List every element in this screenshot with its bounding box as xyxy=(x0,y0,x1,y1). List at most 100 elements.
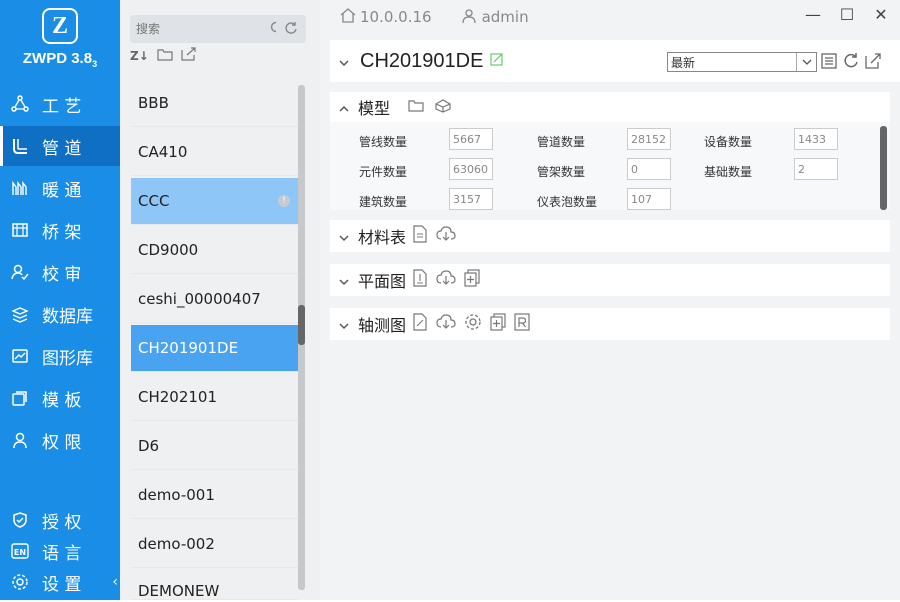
stat-label: 管线数量 xyxy=(359,135,408,149)
collapse-sidebar-icon[interactable]: ‹ xyxy=(112,574,118,590)
nav-label: 授 权 xyxy=(42,512,82,533)
list-item[interactable]: CA410 xyxy=(131,129,298,176)
nav-label: 图形库 xyxy=(42,348,93,369)
section-isometric: 轴测图 xyxy=(330,308,890,340)
nav-item-template[interactable]: 模 板 xyxy=(0,378,120,418)
nav-item-pipe[interactable]: 管 道 xyxy=(0,126,120,166)
refresh-list-button[interactable] xyxy=(276,15,306,43)
plan-document-icon[interactable] xyxy=(412,269,428,291)
nav-label: 模 板 xyxy=(42,390,82,411)
add-document-icon[interactable] xyxy=(490,313,506,335)
search-input[interactable] xyxy=(136,22,270,36)
tray-icon xyxy=(10,220,30,240)
nav-label: 权 限 xyxy=(42,432,82,453)
list-item-selected[interactable]: CH201901DE xyxy=(131,325,298,372)
pipe-icon xyxy=(10,136,30,156)
refresh-icon[interactable] xyxy=(842,52,860,74)
nav-label: 设 置 xyxy=(42,574,82,595)
refresh-icon xyxy=(284,20,298,39)
nav-item-database[interactable]: 数据库 xyxy=(0,294,120,334)
nav-item-process[interactable]: 工 艺 xyxy=(0,84,120,124)
export-icon[interactable] xyxy=(864,52,882,74)
cloud-download-icon[interactable] xyxy=(436,226,456,246)
model-3d-icon[interactable] xyxy=(434,98,452,117)
chevron-down-icon xyxy=(796,53,816,71)
chevron-down-icon[interactable] xyxy=(338,52,350,71)
stat-value: 3157 xyxy=(449,188,493,210)
nav-item-settings[interactable]: 设 置 xyxy=(0,562,120,602)
iso-document-icon[interactable] xyxy=(412,313,428,335)
list-item[interactable]: CH202101 xyxy=(131,374,298,421)
maximize-button[interactable]: ☐ xyxy=(836,4,858,24)
gear-icon[interactable] xyxy=(464,313,482,335)
sidebar: Z ZWPD 3.83 工 艺 管 道 暖 通 桥 架 校 审 数据库 图形库 … xyxy=(0,0,120,600)
stat-value: 2 xyxy=(794,158,838,180)
minimize-button[interactable]: — xyxy=(802,4,824,24)
list-icon[interactable] xyxy=(820,52,838,74)
stat-label: 仪表泡数量 xyxy=(537,195,598,209)
document-icon[interactable] xyxy=(412,225,428,247)
logo-icon: Z xyxy=(42,8,78,44)
nav-item-hvac[interactable]: 暖 通 xyxy=(0,168,120,208)
nav-label: 数据库 xyxy=(42,306,93,327)
header-tools xyxy=(820,52,882,74)
list-item[interactable]: D6 xyxy=(131,423,298,470)
main-panel: 10.0.0.16 admin — ☐ ✕ CH201901DE 最新 模型 管… xyxy=(320,0,900,600)
template-icon xyxy=(10,388,30,408)
nav-label: 桥 架 xyxy=(42,222,82,243)
export-icon[interactable] xyxy=(181,46,197,65)
list-toolbar: Z↓ xyxy=(130,46,197,65)
add-document-icon[interactable] xyxy=(464,269,480,291)
nav-item-review[interactable]: 校 审 xyxy=(0,252,120,292)
chevron-down-icon[interactable] xyxy=(338,227,350,246)
version-select[interactable]: 最新 xyxy=(667,52,817,72)
section-title: 平面图 xyxy=(358,272,407,291)
stat-value: 5667 xyxy=(449,128,493,150)
list-item[interactable]: demo-002 xyxy=(131,521,298,568)
nav-label: 校 审 xyxy=(42,264,82,285)
nav-label: 暖 通 xyxy=(42,180,82,201)
folder-icon[interactable] xyxy=(157,46,173,65)
gear-icon xyxy=(10,572,30,592)
stat-label: 元件数量 xyxy=(359,165,408,179)
nav-item-permissions[interactable]: 权 限 xyxy=(0,420,120,460)
section-title: 模型 xyxy=(358,99,391,118)
cloud-download-icon[interactable] xyxy=(436,270,456,290)
stat-value: 1433 xyxy=(794,128,838,150)
folder-open-icon[interactable] xyxy=(408,98,426,117)
stat-value: 63060 xyxy=(449,158,493,180)
app-logo: Z ZWPD 3.83 xyxy=(0,8,120,69)
server-address: 10.0.0.16 xyxy=(360,8,432,26)
window-controls: — ☐ ✕ xyxy=(802,4,892,24)
review-icon xyxy=(10,262,30,282)
chevron-up-icon[interactable] xyxy=(338,98,350,117)
nav-item-graphics[interactable]: 图形库 xyxy=(0,336,120,376)
shield-icon xyxy=(10,510,30,530)
project-header: CH201901DE 最新 xyxy=(330,40,900,82)
section-title: 轴测图 xyxy=(358,316,407,335)
cloud-download-icon[interactable] xyxy=(436,314,456,334)
section-materials: 材料表 xyxy=(330,220,890,252)
list-item[interactable]: CD9000 xyxy=(131,227,298,274)
home-icon[interactable] xyxy=(340,7,356,27)
list-scrollbar-thumb[interactable] xyxy=(298,305,305,345)
nav-label: 语 言 xyxy=(42,543,82,564)
edit-icon[interactable] xyxy=(489,51,505,71)
list-item[interactable]: ceshi_00000407 xyxy=(131,276,298,323)
model-scrollbar[interactable] xyxy=(880,126,887,210)
list-item[interactable]: demo-001 xyxy=(131,472,298,519)
list-item[interactable]: CCC! xyxy=(131,178,298,225)
list-item[interactable]: BBB xyxy=(131,80,298,127)
stat-value: 28152 xyxy=(627,128,671,150)
nav-item-tray[interactable]: 桥 架 xyxy=(0,210,120,250)
sort-icon[interactable]: Z↓ xyxy=(130,49,149,63)
list-item[interactable]: DEMONEW xyxy=(131,570,298,600)
close-button[interactable]: ✕ xyxy=(870,4,892,24)
chevron-down-icon[interactable] xyxy=(338,315,350,334)
report-icon[interactable] xyxy=(514,313,530,335)
chevron-down-icon[interactable] xyxy=(338,271,350,290)
project-list-panel: Z↓ BBB CA410 CCC! CD9000 ceshi_00000407 … xyxy=(120,0,320,600)
user-icon xyxy=(10,430,30,450)
language-icon: EN xyxy=(10,541,30,561)
app-version-sub: 3 xyxy=(92,59,98,69)
